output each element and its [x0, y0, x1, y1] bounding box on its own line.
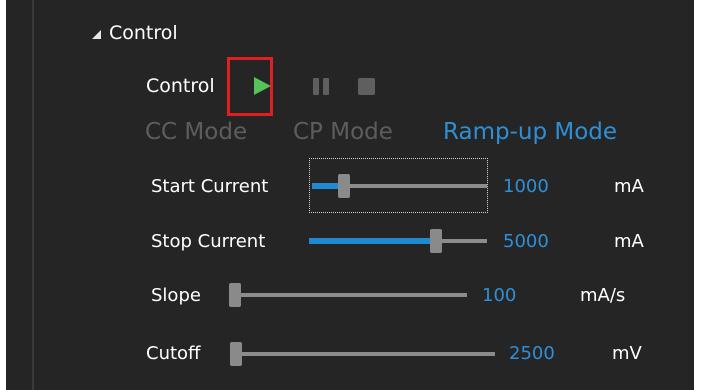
start-current-label: Start Current	[151, 176, 269, 197]
stop-current-label: Stop Current	[151, 231, 266, 252]
cutoff-slider[interactable]	[230, 342, 495, 366]
slope-value: 100	[482, 285, 517, 306]
cutoff-value: 2500	[509, 343, 555, 364]
cutoff-label: Cutoff	[146, 343, 201, 364]
app-window: Control Control CC Mode CP Mode Ramp-up …	[0, 0, 707, 390]
slope-slider[interactable]	[229, 283, 467, 307]
slider-thumb[interactable]	[229, 283, 241, 307]
cc-mode-tab[interactable]: CC Mode	[145, 119, 247, 145]
panel-edge-line	[32, 0, 34, 390]
play-icon[interactable]	[254, 77, 271, 95]
slider-thumb[interactable]	[338, 174, 350, 198]
stop-current-unit: mA	[614, 231, 644, 252]
stop-current-slider[interactable]	[309, 229, 487, 253]
start-current-unit: mA	[614, 176, 644, 197]
control-row-label: Control	[146, 75, 215, 97]
stop-current-value: 5000	[503, 231, 549, 252]
start-current-value: 1000	[503, 176, 549, 197]
slope-unit: mA/s	[580, 285, 626, 306]
ramp-up-mode-tab[interactable]: Ramp-up Mode	[443, 119, 617, 145]
start-current-slider[interactable]	[312, 174, 487, 198]
pause-icon[interactable]	[313, 78, 329, 95]
cutoff-unit: mV	[612, 343, 642, 364]
stop-icon[interactable]	[358, 78, 375, 95]
slider-thumb[interactable]	[430, 229, 442, 253]
slider-thumb[interactable]	[230, 342, 242, 366]
cp-mode-tab[interactable]: CP Mode	[293, 119, 393, 145]
control-group-header[interactable]: Control	[92, 22, 178, 44]
group-title: Control	[109, 22, 178, 44]
expander-triangle-icon[interactable]	[92, 30, 101, 39]
slope-label: Slope	[151, 285, 201, 306]
